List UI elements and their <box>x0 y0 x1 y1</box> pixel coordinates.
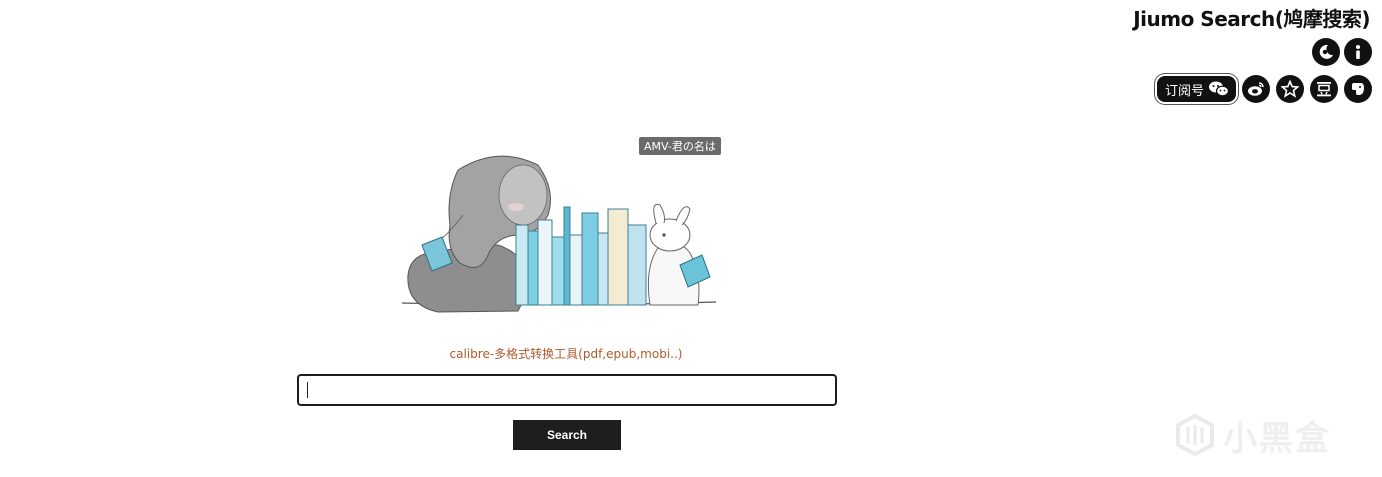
wechat-subscribe-button[interactable]: 订阅号 <box>1156 76 1236 102</box>
moon-icon[interactable] <box>1312 38 1340 66</box>
social-icons-row: 订阅号 <box>1156 75 1372 103</box>
rabbit-illustration <box>647 203 711 306</box>
text-caret <box>307 382 308 398</box>
hero-caption-badge[interactable]: AMV-君の名は <box>639 137 721 155</box>
calibre-link[interactable]: calibre-多格式转换工具(pdf,epub,mobi..) <box>450 347 683 361</box>
page: Jiumo Search(鸠摩搜索) 订阅号 AMV-君の名は calibre-… <box>0 0 1382 477</box>
elephant-icon[interactable] <box>1344 75 1372 103</box>
star-icon[interactable] <box>1276 75 1304 103</box>
search-box <box>297 374 837 406</box>
watermark-text: 小黑盒 <box>1223 418 1331 459</box>
hexagon-logo-icon <box>1176 413 1214 457</box>
header-icons-row <box>1312 38 1372 66</box>
promo-line: calibre-多格式转换工具(pdf,epub,mobi..) <box>0 345 1132 362</box>
weibo-icon[interactable] <box>1242 75 1270 103</box>
search-button[interactable]: Search <box>513 420 621 450</box>
search-input[interactable] <box>297 374 837 406</box>
hero-illustration <box>401 155 717 313</box>
douban-icon[interactable] <box>1310 75 1338 103</box>
brand-title[interactable]: Jiumo Search(鸠摩搜索) <box>1133 3 1370 32</box>
info-icon[interactable] <box>1344 38 1372 66</box>
wechat-icon <box>1208 80 1230 98</box>
watermark: 小黑盒 <box>1173 410 1353 460</box>
subscribe-label: 订阅号 <box>1164 83 1204 99</box>
